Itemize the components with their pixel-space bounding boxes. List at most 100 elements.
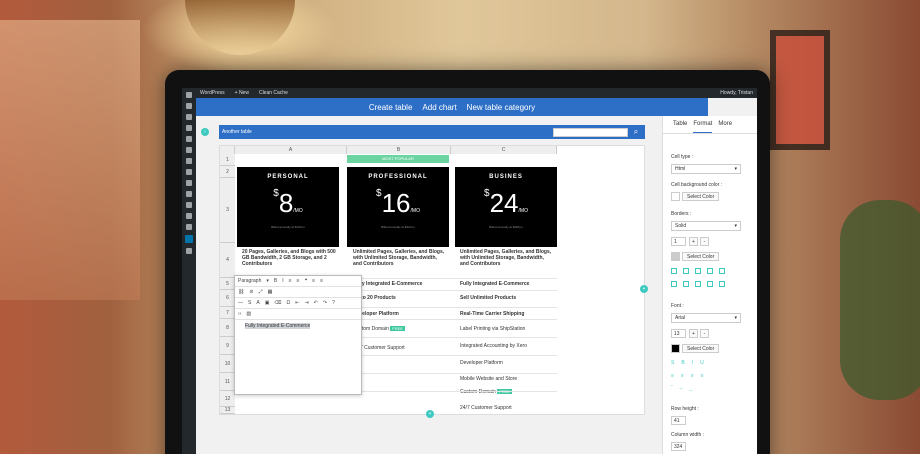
italic-icon[interactable]: I (692, 360, 693, 366)
border-width-input[interactable]: 1 (671, 237, 686, 246)
border-none-icon[interactable] (719, 281, 725, 287)
italic-icon[interactable]: I (282, 278, 283, 284)
border-bottom-icon[interactable] (707, 268, 713, 274)
cell-b-ecommerce[interactable]: Fully Integrated E-Commerce (353, 281, 422, 287)
border-vertical-icon[interactable] (707, 281, 713, 287)
column-header-a[interactable]: A (235, 146, 347, 154)
add-chart-link[interactable]: Add chart (422, 103, 456, 112)
row-number[interactable]: 9 (220, 337, 235, 355)
admin-bar-howdy[interactable]: Howdy, Tristan (720, 90, 753, 96)
create-table-link[interactable]: Create table (369, 103, 413, 112)
row-number[interactable]: 8 (220, 319, 235, 337)
align-left-icon[interactable]: ≡ (671, 373, 674, 379)
valign-top-icon[interactable]: ‾ (671, 386, 673, 392)
strikethrough-icon[interactable]: S (248, 300, 251, 306)
hr-icon[interactable]: — (238, 300, 243, 306)
font-select[interactable]: Arial ▾ (671, 313, 741, 323)
toolbar-toggle-icon[interactable]: ▦ (268, 289, 273, 295)
wp-logo-icon[interactable] (186, 92, 192, 98)
bold-icon[interactable]: B (681, 360, 684, 366)
cell-c-support[interactable]: 24/7 Customer Support (460, 405, 512, 411)
redo-icon[interactable]: ↷ (323, 300, 327, 306)
row-number[interactable]: 1 (220, 154, 235, 166)
row-height-input[interactable]: 41 (671, 416, 686, 425)
image-icon[interactable]: ▨ (246, 311, 251, 317)
link-icon[interactable]: ⛓ (238, 289, 244, 295)
border-select-color-button[interactable]: Select Color (682, 252, 720, 261)
font-size-decrease[interactable]: - (700, 329, 709, 338)
row-number[interactable]: 2 (220, 166, 235, 178)
plugins-icon[interactable] (186, 169, 192, 175)
media-icon[interactable] (186, 125, 192, 131)
users-icon[interactable] (186, 180, 192, 186)
appearance-icon[interactable] (186, 158, 192, 164)
gallery-icon[interactable] (186, 213, 192, 219)
cell-c-shipping[interactable]: Real-Time Carrier Shipping (460, 311, 524, 317)
font-size-input[interactable]: 13 (671, 329, 686, 338)
valign-bottom-icon[interactable]: _ (689, 386, 692, 392)
dashboard-icon[interactable] (186, 103, 192, 109)
pricing-card-personal[interactable]: PERSONAL $8/MO Billed annually at $16/mo (237, 167, 339, 247)
font-size-increase[interactable]: + (689, 329, 698, 338)
editor-content[interactable]: Fully Integrated E-Commerce (235, 320, 361, 332)
border-all-icon[interactable] (671, 268, 677, 274)
row-number[interactable]: 6 (220, 290, 235, 307)
bullet-list-icon[interactable]: ≡ (289, 278, 292, 284)
add-column-handle[interactable]: + (640, 285, 648, 293)
most-popular-banner[interactable]: MOST POPULAR (347, 155, 449, 163)
cell-c-products[interactable]: Sell Unlimited Products (460, 295, 516, 301)
align-right-icon[interactable]: ≡ (691, 373, 694, 379)
tab-more[interactable]: More (718, 121, 732, 133)
comments-icon[interactable] (186, 147, 192, 153)
search-icon[interactable]: ⌕ (630, 126, 642, 138)
cell-c-accounting[interactable]: Integrated Accounting by Xero (460, 343, 527, 349)
column-width-input[interactable]: 324 (671, 442, 686, 451)
text-color-icon[interactable]: A (256, 300, 259, 306)
format-select[interactable]: Paragraph (238, 278, 261, 284)
column-header-b[interactable]: B (347, 146, 451, 154)
tab-format[interactable]: Format (693, 121, 713, 133)
bg-color-swatch[interactable] (671, 192, 680, 201)
quote-icon[interactable]: ❝ (304, 278, 307, 284)
admin-bar-site[interactable]: WordPress (200, 90, 225, 96)
cell-c-mobile[interactable]: Mobile Website and Store (460, 376, 517, 382)
border-width-increase[interactable]: + (689, 237, 698, 246)
admin-bar-new[interactable]: + New (235, 90, 249, 96)
cell-c-label-printing[interactable]: Label Printing via ShipStation (460, 326, 525, 332)
caret-down-icon[interactable]: ▾ (266, 278, 269, 284)
cell-c-ecommerce[interactable]: Fully Integrated E-Commerce (460, 281, 529, 287)
help-icon[interactable]: ? (332, 300, 335, 306)
border-top-icon[interactable] (695, 268, 701, 274)
pricing-card-business[interactable]: BUSINES $24/MO Billed annually at $48/mo (455, 167, 557, 247)
align-center-icon[interactable]: ≡ (681, 373, 684, 379)
special-char-icon[interactable]: Ω (287, 300, 291, 306)
cell-type-select[interactable]: Html ▾ (671, 164, 741, 174)
pricing-card-professional[interactable]: PROFESSIONAL $16/MO Billed annually at $… (347, 167, 449, 247)
row-number[interactable]: 3 (220, 178, 235, 243)
cell-c-developer[interactable]: Developer Platform (460, 360, 503, 366)
new-category-link[interactable]: New table category (467, 103, 535, 112)
border-color-swatch[interactable] (671, 252, 680, 261)
tables-icon[interactable] (185, 235, 193, 243)
bg-select-color-button[interactable]: Select Color (682, 192, 720, 201)
cell-c-domain[interactable]: Custom Domain FREE (460, 389, 512, 395)
align-left-icon[interactable]: ≡ (312, 278, 315, 284)
indent-icon[interactable]: ⇥ (304, 300, 308, 306)
clear-format-icon[interactable]: ⌫ (274, 300, 281, 306)
outdent-icon[interactable]: ⇤ (295, 300, 299, 306)
row-number[interactable]: 5 (220, 278, 235, 290)
table-search-input[interactable] (553, 127, 628, 137)
border-outer-icon[interactable] (719, 268, 725, 274)
add-row-handle[interactable]: + (426, 410, 434, 418)
cell-rich-text-editor[interactable]: Paragraph ▾ B I ≡ ≡ ❝ ≡ ≡ ⛓ ⊘ ⤢ ▦ — S A … (234, 275, 362, 395)
border-right-icon[interactable] (683, 281, 689, 287)
row-number[interactable]: 12 (220, 391, 235, 407)
admin-bar-cache[interactable]: Clean Cache (259, 90, 288, 96)
border-inner-icon[interactable] (683, 268, 689, 274)
collapse-icon[interactable] (186, 248, 192, 254)
underline-icon[interactable]: U (700, 360, 704, 366)
cell-c-features[interactable]: Unlimited Pages, Galleries, and Blogs, w… (460, 249, 554, 267)
cell-b-features[interactable]: Unlimited Pages, Galleries, and Blogs, w… (353, 249, 447, 267)
border-style-select[interactable]: Solid ▾ (671, 221, 741, 231)
align-justify-icon[interactable]: ≡ (701, 373, 704, 379)
